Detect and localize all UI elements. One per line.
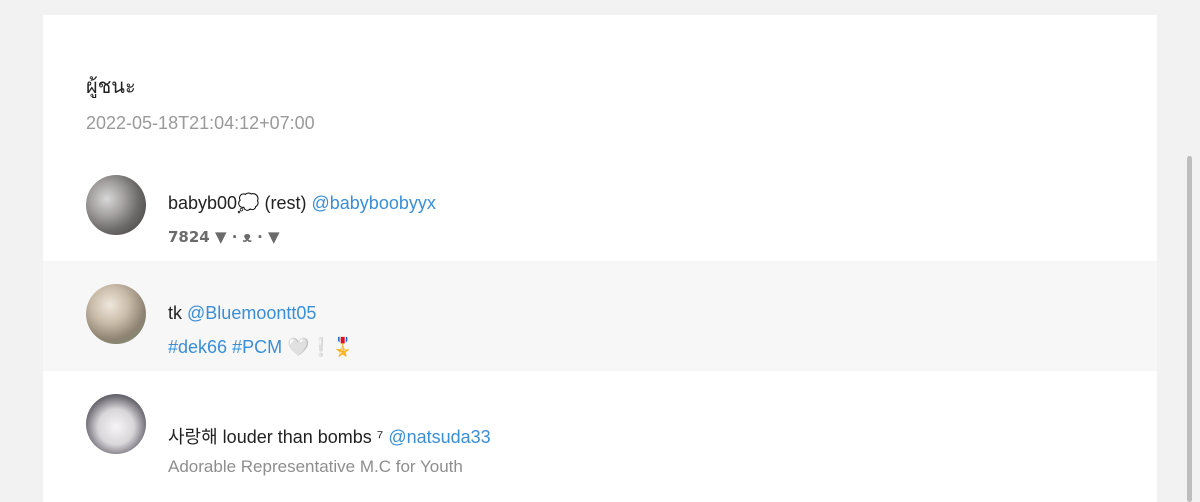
user-name-line: 사랑해 louder than bombs ⁷ @natsuda33 bbox=[168, 423, 491, 449]
user-row[interactable]: tk @Bluemoontt05 #dek66 #PCM 🤍❕🎖️ bbox=[43, 261, 1157, 371]
winner-card: ผู้ชนะ 2022-05-18T21:04:12+07:00 babyb00… bbox=[43, 15, 1157, 502]
avatar[interactable] bbox=[86, 175, 146, 235]
user-name-line: tk @Bluemoontt05 bbox=[168, 303, 316, 324]
user-handle-link[interactable]: @natsuda33 bbox=[388, 427, 490, 447]
vertical-scrollbar[interactable] bbox=[1187, 156, 1192, 502]
user-bio[interactable]: #dek66 #PCM 🤍❕🎖️ bbox=[168, 337, 354, 358]
user-row[interactable]: babyb00💭 (rest) @babyboobyyx 7824 ▼ · ᴥ … bbox=[43, 161, 1157, 261]
post-timestamp: 2022-05-18T21:04:12+07:00 bbox=[86, 113, 315, 133]
display-name: 사랑해 louder than bombs ⁷ bbox=[168, 427, 384, 447]
user-row[interactable]: 사랑해 louder than bombs ⁷ @natsuda33 Adora… bbox=[43, 371, 1157, 481]
display-name: babyb00💭 (rest) bbox=[168, 193, 307, 213]
avatar[interactable] bbox=[86, 284, 146, 344]
user-bio: Adorable Representative M.C for Youth bbox=[168, 457, 463, 476]
display-name: tk bbox=[168, 303, 183, 323]
post-title: ผู้ชนะ bbox=[86, 74, 136, 98]
user-handle-link[interactable]: @Bluemoontt05 bbox=[187, 303, 316, 323]
user-handle-link[interactable]: @babyboobyyx bbox=[312, 193, 436, 213]
avatar[interactable] bbox=[86, 394, 146, 454]
user-name-line: babyb00💭 (rest) @babyboobyyx bbox=[168, 193, 436, 214]
user-bio: 7824 ▼ · ᴥ · ▼ bbox=[168, 228, 280, 246]
